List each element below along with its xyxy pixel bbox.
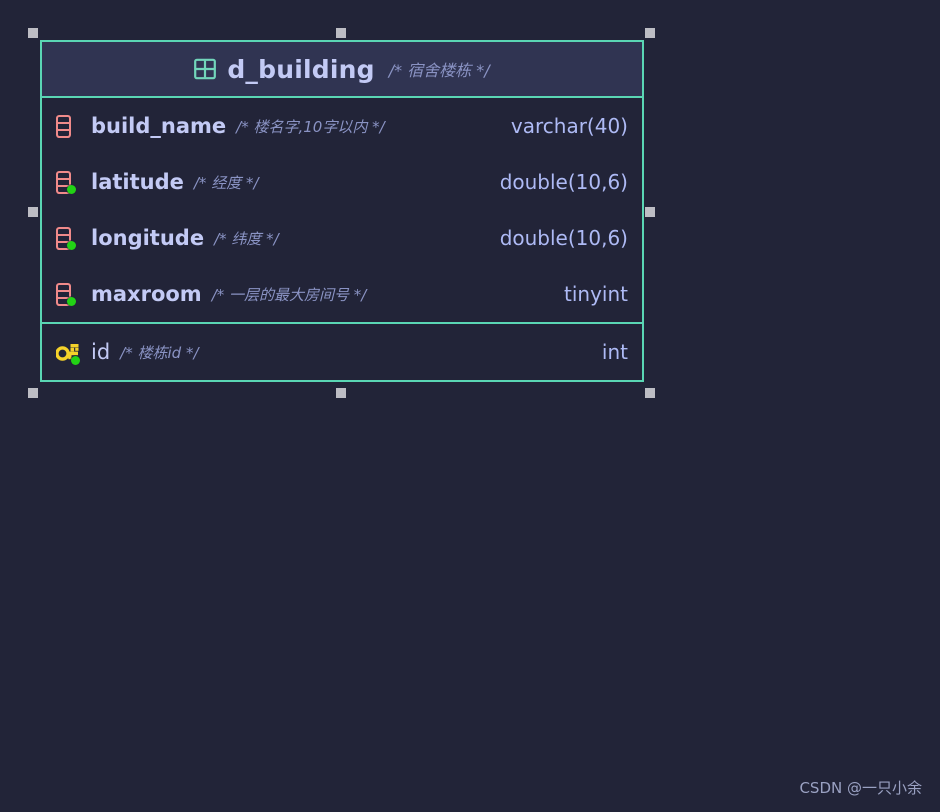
table-grid-icon (194, 58, 217, 80)
field-name: longitude (91, 226, 205, 250)
handle-bottom-left[interactable] (28, 388, 38, 398)
table-row[interactable]: latitude /* 经度 */ double(10,6) (42, 154, 642, 210)
field-comment: /* 经度 */ (193, 173, 259, 192)
table-name: d_building (227, 54, 375, 84)
primary-key-icon-wrap (56, 339, 82, 365)
table-row[interactable]: longitude /* 纬度 */ double(10,6) (42, 210, 642, 266)
table-comment: /* 宿舍楼栋 */ (388, 61, 490, 80)
field-type: double(10,6) (499, 170, 628, 194)
handle-middle-left[interactable] (28, 207, 38, 217)
field-comment: /* 纬度 */ (214, 229, 279, 248)
handle-top-right[interactable] (645, 28, 655, 38)
column-icon-wrap (56, 169, 82, 195)
field-comment: /* 楼名字,10字以内 */ (236, 117, 385, 136)
diagram-canvas[interactable]: d_building /* 宿舍楼栋 */ build_name /* 楼名字,… (0, 0, 940, 812)
nullable-indicator-dot (67, 297, 76, 306)
handle-top-center[interactable] (336, 28, 346, 38)
column-icon (56, 114, 71, 138)
table-header[interactable]: d_building /* 宿舍楼栋 */ (42, 42, 642, 98)
table-fields-list: build_name /* 楼名字,10字以内 */ varchar(40) l… (42, 98, 642, 380)
field-type: double(10,6) (499, 226, 628, 250)
table-row[interactable]: build_name /* 楼名字,10字以内 */ varchar(40) (42, 98, 642, 154)
table-row[interactable]: maxroom /* 一层的最大房间号 */ tinyint (42, 266, 642, 322)
field-name: latitude (91, 170, 184, 194)
nullable-indicator-dot (67, 185, 76, 194)
field-comment: /* 一层的最大房间号 */ (211, 285, 367, 304)
handle-top-left[interactable] (28, 28, 38, 38)
field-type: varchar(40) (510, 114, 628, 138)
field-type: int (601, 340, 628, 364)
nullable-indicator-dot (67, 241, 76, 250)
column-icon-wrap (56, 113, 82, 139)
field-comment: /* 楼栋id */ (120, 343, 199, 362)
handle-middle-right[interactable] (645, 207, 655, 217)
field-name: build_name (91, 114, 227, 138)
handle-bottom-center[interactable] (336, 388, 346, 398)
table-node-d_building[interactable]: d_building /* 宿舍楼栋 */ build_name /* 楼名字,… (40, 40, 644, 382)
field-name: maxroom (91, 282, 202, 306)
handle-bottom-right[interactable] (645, 388, 655, 398)
table-row-primary-key[interactable]: id /* 楼栋id */ int (42, 322, 642, 380)
column-icon-wrap (56, 225, 82, 251)
field-name: id (91, 340, 111, 364)
column-icon-wrap (56, 281, 82, 307)
watermark: CSDN @一只小余 (799, 779, 922, 797)
nullable-indicator-dot (71, 356, 80, 365)
field-type: tinyint (564, 282, 628, 306)
